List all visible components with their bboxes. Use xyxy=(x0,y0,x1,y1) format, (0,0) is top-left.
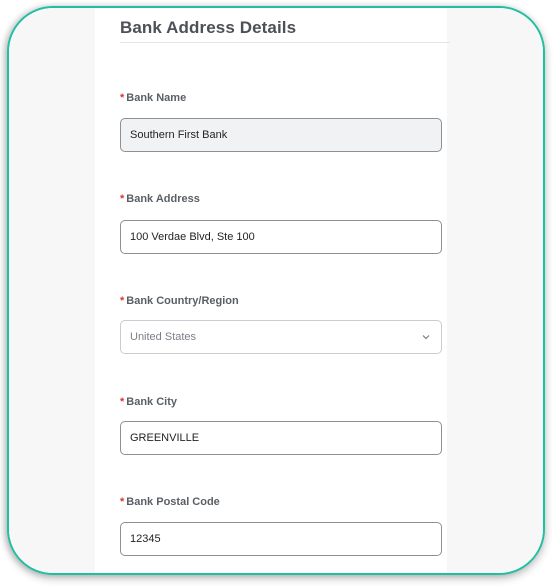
page-gutter-right xyxy=(445,8,543,573)
bank-name-label-text: Bank Name xyxy=(126,92,187,104)
bank-name-field[interactable]: Southern First Bank xyxy=(120,118,442,152)
required-marker: * xyxy=(120,193,125,205)
bank-postal-code-label-text: Bank Postal Code xyxy=(126,496,220,508)
bank-address-form: Bank Address Details * Bank Name Southern… xyxy=(95,8,450,573)
required-marker: * xyxy=(120,396,125,408)
bank-address-value: 100 Verdae Blvd, Ste 100 xyxy=(130,231,255,243)
bank-city-label-text: Bank City xyxy=(126,396,178,408)
bank-postal-code-label: * Bank Postal Code xyxy=(120,496,220,508)
bank-city-label: * Bank City xyxy=(120,396,177,408)
bank-country-label-text: Bank Country/Region xyxy=(126,295,239,307)
bank-address-label: * Bank Address xyxy=(120,193,200,205)
bank-city-field[interactable]: GREENVILLE xyxy=(120,421,442,455)
highlight-card: Bank Address Details * Bank Name Southern… xyxy=(7,6,545,575)
required-marker: * xyxy=(120,295,125,307)
bank-name-label: * Bank Name xyxy=(120,92,186,104)
screenshot-stage: Bank Address Details * Bank Name Southern… xyxy=(0,0,552,587)
bank-postal-code-field[interactable]: 12345 xyxy=(120,522,442,556)
required-marker: * xyxy=(120,92,125,104)
bank-country-label: * Bank Country/Region xyxy=(120,295,239,307)
bank-city-value: GREENVILLE xyxy=(130,432,200,444)
bank-country-select[interactable]: United States xyxy=(120,320,442,354)
section-divider xyxy=(120,42,450,43)
bank-name-value: Southern First Bank xyxy=(130,129,228,141)
page-gutter-left xyxy=(9,8,95,573)
bank-address-label-text: Bank Address xyxy=(126,193,200,205)
section-title: Bank Address Details xyxy=(120,18,297,37)
required-marker: * xyxy=(120,496,125,508)
bank-postal-code-value: 12345 xyxy=(130,533,161,545)
bank-address-field[interactable]: 100 Verdae Blvd, Ste 100 xyxy=(120,220,442,254)
chevron-down-icon xyxy=(422,335,430,340)
bank-country-value: United States xyxy=(130,331,197,343)
